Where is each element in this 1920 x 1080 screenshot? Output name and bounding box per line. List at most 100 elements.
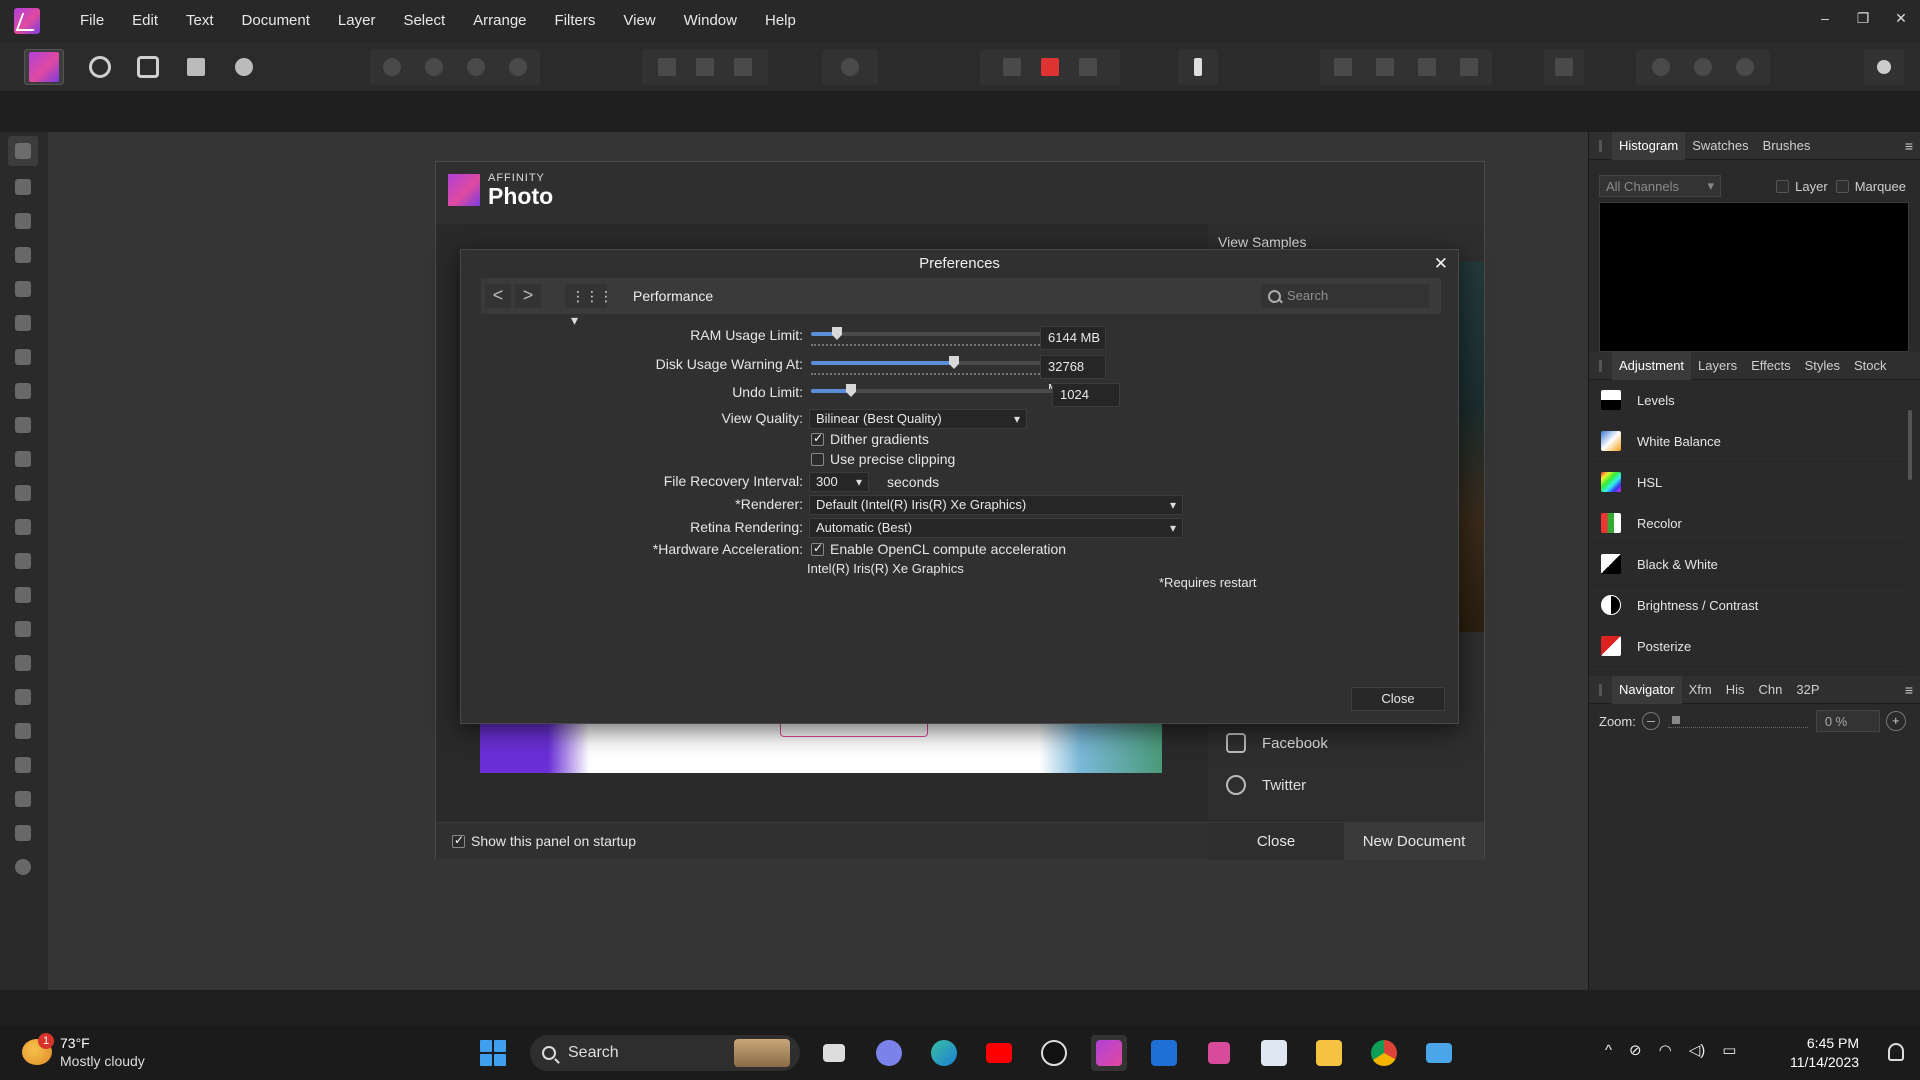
start-button[interactable] [475,1035,511,1071]
weather-widget[interactable]: 1 73°F Mostly cloudy [22,1033,145,1070]
dodge-tool[interactable] [12,550,34,572]
window-app-button[interactable] [1256,1035,1292,1071]
paint-brush-tool[interactable] [12,448,34,470]
renderer-select[interactable]: Default (Intel(R) Iris(R) Xe Graphics) [809,495,1183,515]
adjustment-white-balance[interactable]: White Balance [1589,421,1904,462]
marquee-checkbox[interactable] [1835,179,1849,193]
deselect-icon[interactable] [696,58,714,76]
network-off-icon[interactable]: ⊘ [1629,1041,1642,1059]
view-quality-select[interactable]: Bilinear (Best Quality) [809,409,1027,429]
new-document-button[interactable]: New Document [1344,823,1484,860]
brush-options-icon[interactable] [1079,58,1097,76]
tray-overflow-chevron-icon[interactable]: ^ [1605,1042,1612,1059]
selection-brush-tool[interactable] [12,278,34,300]
undo-slider-knob[interactable] [846,384,856,397]
tab-histogram[interactable]: Histogram [1612,131,1686,160]
invert-selection-icon[interactable] [734,58,752,76]
task-view-button[interactable] [816,1035,852,1071]
photo-persona-button[interactable] [24,49,64,85]
flood-fill-tool[interactable] [12,380,34,402]
menu-layer[interactable]: Layer [324,0,390,42]
file-explorer-button[interactable] [1311,1035,1347,1071]
tab-navigator[interactable]: Navigator [1612,675,1682,704]
clone-tool[interactable] [12,584,34,606]
crop-tool[interactable] [12,244,34,266]
adjustment-recolor[interactable]: Recolor [1589,503,1904,544]
auto-levels-icon[interactable] [383,58,401,76]
menu-arrange[interactable]: Arrange [459,0,540,42]
snipping-tool-button[interactable] [1201,1035,1237,1071]
develop-persona-button[interactable] [128,49,168,85]
menu-help[interactable]: Help [751,0,810,42]
menu-file[interactable]: File [66,0,118,42]
erase-brush-tool[interactable] [12,516,34,538]
menu-view[interactable]: View [609,0,669,42]
preferences-close-button[interactable]: Close [1351,687,1445,711]
youtube-button[interactable] [981,1035,1017,1071]
select-all-icon[interactable] [658,58,676,76]
welcome-close-button[interactable]: Close [1208,823,1344,860]
menu-text[interactable]: Text [172,0,228,42]
minimize-button[interactable]: – [1806,0,1844,36]
adjustment-levels[interactable]: Levels [1589,380,1904,421]
arrange-forward-icon[interactable] [1418,58,1436,76]
teams-chat-button[interactable] [871,1035,907,1071]
battery-icon[interactable]: ▭ [1722,1041,1736,1059]
twitter-link[interactable]: Twitter [1226,775,1306,795]
intersect-shape-icon[interactable] [1736,58,1754,76]
retina-select[interactable]: Automatic (Best) [809,518,1183,538]
zoom-out-icon[interactable] [1641,712,1660,730]
align-button[interactable] [1544,49,1584,85]
volume-icon[interactable]: ◁) [1689,1041,1706,1059]
panel-grip-icon[interactable] [1599,359,1602,372]
subtract-shape-icon[interactable] [1694,58,1712,76]
channels-select[interactable]: All Channels [1599,175,1721,197]
edge-button[interactable] [926,1035,962,1071]
layer-checkbox[interactable] [1776,179,1790,193]
adjustment-brightness-contrast[interactable]: Brightness / Contrast [1589,585,1904,626]
zoom-value-input[interactable]: 0 % [1815,710,1880,732]
hand-tool[interactable] [8,136,38,166]
facebook-link[interactable]: Facebook [1226,733,1328,753]
affinity-photo-logo-icon[interactable] [14,8,40,34]
snapping-icon[interactable] [1041,58,1059,76]
healing-brush-tool[interactable] [12,686,34,708]
disk-value-field[interactable]: 32768 MB [1040,355,1106,396]
search-input[interactable]: Search [1261,284,1429,308]
tab-32p[interactable]: 32P [1789,676,1826,704]
opencl-checkbox[interactable] [811,541,824,556]
marquee-tool[interactable] [12,346,34,368]
adjustment-hsl[interactable]: HSL [1589,462,1904,503]
panel-grip-icon[interactable] [1599,139,1602,152]
quick-mask-button[interactable] [822,49,878,85]
menu-document[interactable]: Document [228,0,324,42]
flood-select-tool[interactable] [12,312,34,334]
show-on-startup-checkbox[interactable] [452,833,465,848]
promo-banner[interactable] [480,717,1162,773]
tab-effects[interactable]: Effects [1744,352,1798,380]
panel-menu-icon[interactable]: ≡ [1905,682,1913,698]
color-picker-tool[interactable] [12,210,34,232]
precise-clipping-option[interactable]: Use precise clipping [811,451,955,467]
auto-white-balance-icon[interactable] [509,58,527,76]
add-shape-icon[interactable] [1652,58,1670,76]
assistant-button[interactable] [1178,49,1218,85]
tab-styles[interactable]: Styles [1798,352,1847,380]
tab-history[interactable]: His [1719,676,1752,704]
arrange-backward-icon[interactable] [1376,58,1394,76]
tab-adjustment[interactable]: Adjustment [1612,351,1692,380]
adjustment-posterize[interactable]: Posterize [1589,626,1904,667]
tab-swatches[interactable]: Swatches [1685,132,1755,160]
arrange-front-icon[interactable] [1460,58,1478,76]
tone-mapping-persona-button[interactable] [176,49,216,85]
store-button[interactable] [1146,1035,1182,1071]
tab-stock[interactable]: Stock [1847,352,1894,380]
auto-colors-icon[interactable] [467,58,485,76]
remote-desktop-button[interactable] [1421,1035,1457,1071]
file-recovery-select[interactable]: 300 [809,472,869,492]
dither-gradients-checkbox[interactable] [811,431,824,446]
zoom-in-icon[interactable]: + [1885,711,1906,731]
chrome-button[interactable] [1366,1035,1402,1071]
undo-value-field[interactable]: 1024 [1052,383,1120,407]
panel-grip-icon[interactable] [1599,683,1602,696]
